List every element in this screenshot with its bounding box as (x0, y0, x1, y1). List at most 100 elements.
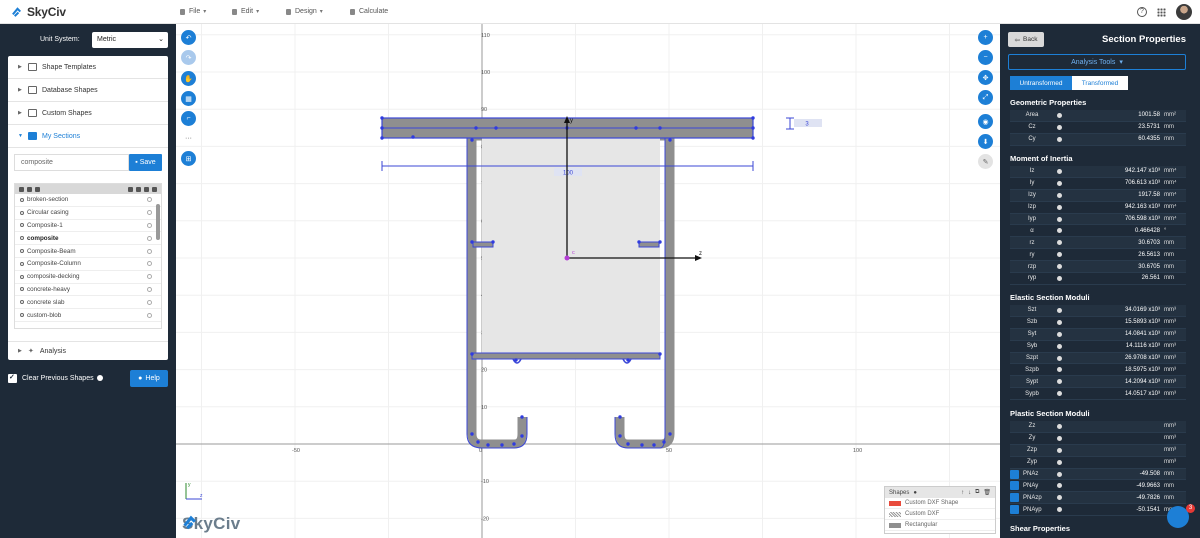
accordion-analysis[interactable]: ▶ ✦ Analysis (8, 341, 168, 360)
list-item[interactable]: Composite-1 (15, 220, 161, 233)
move-down-icon[interactable]: ↓ (968, 490, 971, 496)
list-item[interactable]: Composite-Column (15, 258, 161, 271)
info-icon[interactable] (1054, 204, 1064, 210)
shape-row[interactable]: Rectangular (885, 520, 995, 531)
remove-icon[interactable] (147, 210, 152, 216)
accordion-database-shapes[interactable]: ▶ Database Shapes (8, 79, 168, 102)
clear-previous-shapes-toggle[interactable]: Clear Previous Shapes (8, 372, 108, 384)
info-icon[interactable] (1054, 168, 1064, 174)
folder-icon[interactable] (35, 186, 40, 192)
locate-icon[interactable] (1010, 481, 1019, 491)
edit-icon[interactable]: ✎ (978, 154, 993, 169)
info-icon[interactable] (1054, 379, 1064, 385)
list-item-selected[interactable]: composite (15, 232, 161, 246)
zoom-out-icon[interactable]: − (978, 50, 993, 65)
info-icon[interactable] (1054, 252, 1064, 258)
trash-icon[interactable]: 🗑 (983, 489, 991, 496)
info-icon[interactable] (1054, 307, 1064, 313)
more-icon[interactable]: ··· (181, 131, 196, 146)
shape-row[interactable]: Custom DXF Shape (885, 498, 995, 509)
info-icon[interactable] (1054, 216, 1064, 222)
remove-icon[interactable] (147, 222, 152, 228)
list-item[interactable]: composite-decking (15, 271, 161, 284)
remove-icon[interactable] (147, 312, 152, 318)
list-scrollbar[interactable] (156, 204, 160, 240)
help-icon[interactable]: ? (1137, 7, 1147, 17)
camera-icon[interactable]: ◉ (978, 114, 993, 129)
info-icon[interactable] (1054, 319, 1064, 325)
settings-icon[interactable]: ⊞ (181, 151, 196, 166)
accordion-custom-shapes[interactable]: ▶ Custom Shapes (8, 102, 168, 125)
list-item[interactable]: concrete slab (15, 296, 161, 310)
zoom-in-icon[interactable]: + (978, 30, 993, 45)
analysis-tools-dropdown[interactable]: Analysis Tools ▾ (1008, 54, 1186, 70)
back-button[interactable]: ⇦ Back (1008, 32, 1044, 47)
accordion-shape-templates[interactable]: ▶ Shape Templates (8, 56, 168, 79)
pan-icon[interactable]: ✥ (978, 70, 993, 85)
fit-screen-icon[interactable]: ⤢ (978, 90, 993, 105)
menu-design[interactable]: Design ▾ (286, 8, 323, 15)
shape-row[interactable]: Custom DXF (885, 509, 995, 520)
avatar[interactable] (1176, 4, 1192, 20)
info-icon[interactable] (1054, 228, 1064, 234)
tab-untransformed[interactable]: Untransformed (1010, 76, 1072, 90)
remove-icon[interactable] (147, 286, 152, 292)
list-item[interactable]: broken-section (15, 194, 161, 207)
info-icon[interactable] (1054, 507, 1064, 513)
unit-system-select[interactable]: Metric ⌄ (92, 32, 168, 48)
checkbox-checked-icon[interactable] (8, 373, 17, 383)
copy-icon[interactable]: ⧉ (975, 489, 979, 496)
info-icon[interactable] (1054, 331, 1064, 337)
move-up-icon[interactable]: ↑ (961, 490, 964, 496)
info-icon[interactable] (1054, 136, 1064, 142)
menu-file[interactable]: File ▾ (180, 8, 206, 15)
info-icon[interactable] (1054, 343, 1064, 349)
section-name-input[interactable]: composite (14, 154, 129, 171)
info-icon[interactable] (1054, 483, 1064, 489)
home-icon[interactable] (19, 186, 24, 192)
info-icon[interactable] (1054, 423, 1064, 429)
snap-icon[interactable]: ⌐ (181, 111, 196, 126)
info-icon[interactable] (1054, 112, 1064, 118)
undo-icon[interactable]: ↶ (181, 30, 196, 45)
locate-icon[interactable] (1010, 493, 1019, 503)
section-drawing[interactable]: 1101009080706050403020100-10-20 -5005010… (176, 24, 1000, 538)
remove-icon[interactable] (147, 274, 152, 280)
info-icon[interactable] (1054, 367, 1064, 373)
locate-icon[interactable] (1010, 469, 1019, 479)
grid-icon[interactable]: ▦ (181, 91, 196, 106)
info-icon[interactable] (1054, 495, 1064, 501)
apps-grid-icon[interactable] (1157, 7, 1166, 17)
info-icon[interactable] (1054, 435, 1064, 441)
info-icon[interactable] (1054, 459, 1064, 465)
remove-icon[interactable] (147, 197, 152, 203)
drawing-canvas[interactable]: 1101009080706050403020100-10-20 -5005010… (176, 24, 1000, 538)
download-icon[interactable]: ⬇ (978, 134, 993, 149)
remove-icon[interactable] (147, 299, 152, 305)
skyciv-logo[interactable]: SkyCiv (11, 5, 66, 19)
copy-icon[interactable] (144, 186, 149, 192)
remove-icon[interactable] (147, 235, 152, 241)
info-icon[interactable] (1054, 192, 1064, 198)
refresh-icon[interactable] (27, 186, 32, 192)
external-icon[interactable] (152, 186, 157, 192)
info-icon[interactable] (1054, 355, 1064, 361)
info-icon[interactable] (1054, 471, 1064, 477)
info-icon[interactable] (1054, 180, 1064, 186)
list-item[interactable]: Composite-Beam (15, 245, 161, 258)
pointer-icon[interactable]: ✋ (181, 71, 196, 86)
info-icon[interactable] (1054, 275, 1064, 281)
remove-icon[interactable] (147, 248, 152, 254)
list-item[interactable]: custom-blob (15, 309, 161, 322)
accordion-my-sections[interactable]: ▼ My Sections (8, 125, 168, 148)
tab-transformed[interactable]: Transformed (1072, 76, 1128, 90)
pencil-icon[interactable] (136, 186, 141, 192)
redo-icon[interactable]: ↷ (181, 50, 196, 65)
info-icon[interactable] (1054, 264, 1064, 270)
list-item[interactable]: concrete-heavy (15, 284, 161, 297)
save-section-button[interactable]: ▪ Save (129, 154, 162, 171)
info-icon[interactable] (1054, 240, 1064, 246)
help-button[interactable]: ● Help (130, 370, 168, 387)
locate-icon[interactable] (1010, 505, 1019, 515)
menu-calculate[interactable]: Calculate (350, 8, 388, 15)
